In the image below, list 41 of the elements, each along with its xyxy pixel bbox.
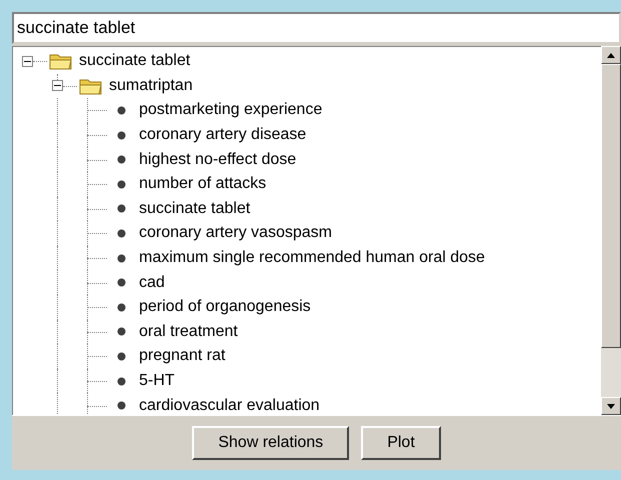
tree-item[interactable]: oral treatment bbox=[139, 320, 238, 344]
bullet-icon bbox=[116, 204, 126, 214]
tree-item[interactable]: sumatriptan bbox=[109, 74, 193, 98]
search-field[interactable]: succinate tablet bbox=[12, 12, 621, 44]
bullet-icon bbox=[116, 106, 126, 115]
up-arrow-icon bbox=[607, 52, 615, 58]
tree-item[interactable]: succinate tablet bbox=[79, 49, 190, 74]
action-button[interactable]: Show relations bbox=[192, 426, 350, 460]
bullet-icon bbox=[116, 376, 126, 386]
tree-item[interactable]: postmarketing experience bbox=[139, 98, 322, 122]
down-arrow-icon bbox=[607, 404, 615, 408]
collapse-toggle[interactable] bbox=[22, 56, 33, 67]
scroll-down-button[interactable] bbox=[601, 397, 621, 415]
bullet-icon bbox=[116, 254, 126, 263]
bullet-icon bbox=[116, 278, 126, 288]
tree-item[interactable]: maximum single recommended human oral dose bbox=[139, 246, 485, 270]
tree-item[interactable]: succinate tablet bbox=[139, 196, 250, 221]
bullet-icon bbox=[116, 302, 126, 312]
tree-item[interactable]: period of organogenesis bbox=[139, 295, 311, 320]
vertical-scrollbar[interactable] bbox=[601, 46, 621, 415]
bullet-icon bbox=[116, 352, 126, 361]
tree-item[interactable]: number of attacks bbox=[139, 172, 266, 196]
bullet-icon bbox=[116, 155, 126, 164]
bullet-icon bbox=[116, 130, 126, 140]
tree-item[interactable]: pregnant rat bbox=[139, 344, 226, 368]
tree-item[interactable]: 5-HT bbox=[139, 369, 175, 394]
bullet-icon bbox=[116, 401, 126, 410]
scroll-thumb[interactable] bbox=[601, 64, 621, 348]
tree-item[interactable]: cad bbox=[139, 270, 165, 295]
bullet-icon bbox=[116, 327, 126, 336]
action-button[interactable]: Plot bbox=[361, 426, 441, 460]
tree-item[interactable]: cardiovascular evaluation bbox=[139, 394, 320, 415]
bullet-icon bbox=[116, 180, 126, 189]
folder-icon bbox=[49, 52, 73, 70]
folder-icon bbox=[79, 76, 103, 95]
tree-item[interactable]: coronary artery vasospasm bbox=[139, 221, 332, 246]
tree-item[interactable]: highest no-effect dose bbox=[139, 148, 296, 172]
collapse-toggle[interactable] bbox=[52, 80, 63, 92]
scroll-up-button[interactable] bbox=[601, 46, 621, 64]
bullet-icon bbox=[116, 228, 126, 238]
tree-item[interactable]: coronary artery disease bbox=[139, 123, 306, 148]
